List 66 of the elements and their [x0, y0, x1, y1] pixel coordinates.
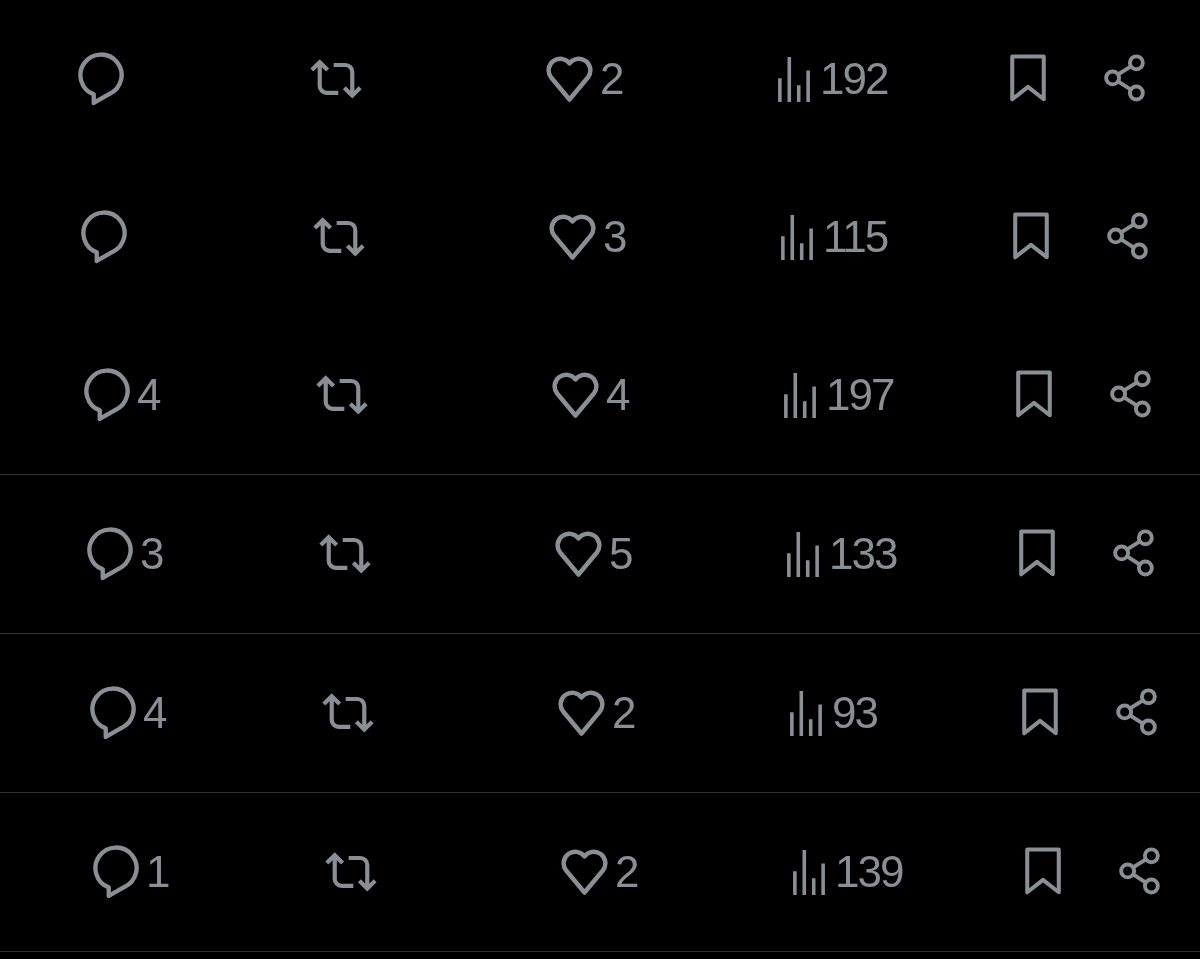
bar-chart-icon — [787, 688, 825, 738]
bookmark-icon — [1018, 529, 1056, 579]
speech-bubble-icon — [87, 527, 133, 581]
like-button[interactable]: 2 — [546, 55, 625, 103]
bookmark-button[interactable] — [1024, 847, 1064, 897]
like-button[interactable]: 3 — [549, 213, 628, 261]
bar-chart-icon — [784, 529, 822, 579]
bar-chart-icon — [778, 212, 816, 262]
bar-chart-icon — [775, 54, 813, 104]
views-button[interactable]: 133 — [784, 529, 899, 579]
bookmark-button[interactable] — [1012, 212, 1052, 262]
repeat-arrows-icon — [323, 850, 379, 894]
reply-button[interactable] — [78, 52, 126, 106]
share-icon — [1113, 529, 1154, 579]
bookmark-button[interactable] — [1009, 54, 1049, 104]
repeat-arrows-icon — [314, 373, 370, 417]
bookmark-icon — [1015, 370, 1053, 420]
share-button[interactable] — [1119, 847, 1162, 897]
like-button[interactable]: 4 — [552, 371, 631, 419]
like-button[interactable]: 2 — [558, 689, 637, 737]
share-icon — [1104, 54, 1145, 104]
speech-bubble-icon — [93, 845, 139, 899]
views-button[interactable]: 139 — [790, 847, 905, 897]
share-button[interactable] — [1113, 529, 1156, 579]
bookmark-icon — [1021, 688, 1059, 738]
repeat-arrows-icon — [311, 215, 367, 259]
reply-button[interactable]: 3 — [87, 527, 165, 581]
speech-bubble-icon — [84, 368, 130, 422]
heart-icon — [558, 689, 605, 737]
share-button[interactable] — [1116, 688, 1159, 738]
bookmark-icon — [1012, 212, 1050, 262]
repeat-arrows-icon — [308, 57, 364, 101]
bar-chart-icon — [790, 847, 828, 897]
speech-bubble-icon — [78, 52, 124, 106]
reply-button[interactable]: 4 — [90, 686, 168, 740]
heart-icon — [549, 213, 596, 261]
repeat-arrows-icon — [317, 532, 373, 576]
reply-button[interactable]: 1 — [93, 845, 171, 899]
views-button[interactable]: 197 — [781, 370, 896, 420]
reply-button[interactable]: 4 — [84, 368, 162, 422]
bar-chart-icon — [781, 370, 819, 420]
views-button[interactable]: 192 — [775, 54, 890, 104]
heart-icon — [552, 371, 599, 419]
views-button[interactable]: 93 — [787, 688, 879, 738]
speech-bubble-icon — [90, 686, 136, 740]
like-button[interactable]: 2 — [561, 848, 640, 896]
share-button[interactable] — [1107, 212, 1150, 262]
bookmark-button[interactable] — [1015, 370, 1055, 420]
views-button[interactable]: 115 — [778, 212, 890, 262]
bookmark-button[interactable] — [1021, 688, 1061, 738]
heart-icon — [546, 55, 593, 103]
share-icon — [1107, 212, 1148, 262]
share-icon — [1116, 688, 1157, 738]
bookmark-icon — [1024, 847, 1062, 897]
heart-icon — [555, 530, 602, 578]
share-icon — [1119, 847, 1160, 897]
bookmark-button[interactable] — [1018, 529, 1058, 579]
repeat-arrows-icon — [320, 691, 376, 735]
speech-bubble-icon — [81, 210, 127, 264]
share-button[interactable] — [1104, 54, 1147, 104]
like-button[interactable]: 5 — [555, 530, 634, 578]
share-button[interactable] — [1110, 370, 1153, 420]
heart-icon — [561, 848, 608, 896]
share-icon — [1110, 370, 1151, 420]
reply-button[interactable] — [81, 210, 129, 264]
bookmark-icon — [1009, 54, 1047, 104]
